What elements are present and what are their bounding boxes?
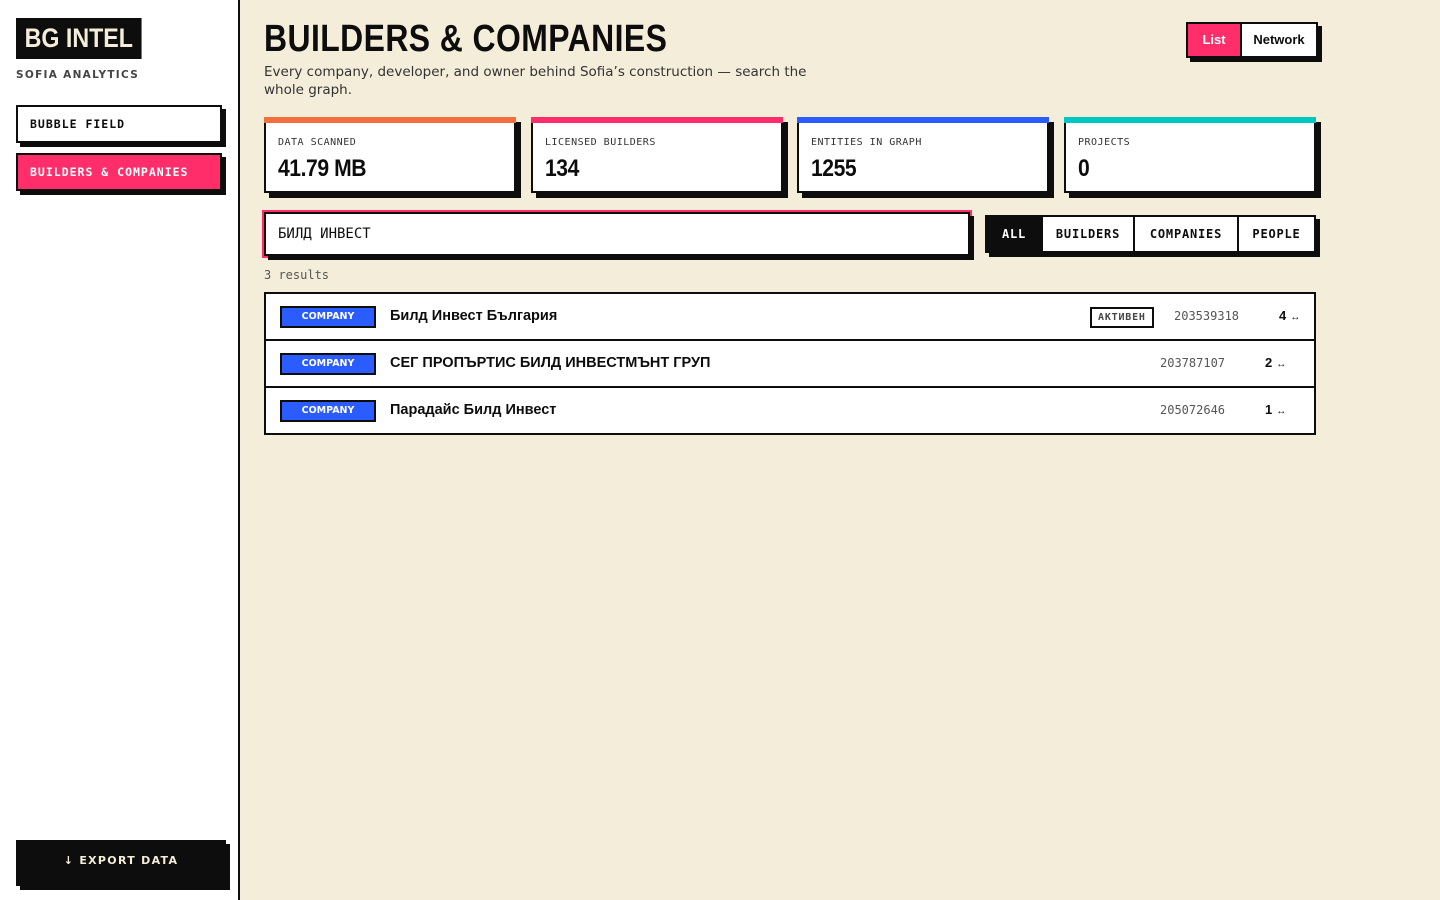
results-count: 3 results	[264, 268, 330, 282]
page-title: BUILDERS & COMPANIES	[264, 18, 668, 60]
filter-people[interactable]: PEOPLE	[1237, 217, 1314, 251]
filter-companies[interactable]: COMPANIES	[1133, 217, 1237, 251]
sidebar: BG INTEL SOFIA ANALYTICS BUBBLE FIELD BU…	[0, 0, 240, 900]
link-count-value: 1	[1265, 402, 1273, 417]
filter-all[interactable]: ALL	[987, 217, 1041, 251]
page-subtitle: Every company, developer, and owner behi…	[264, 64, 807, 98]
stat-value: 41.79 MB	[278, 155, 367, 182]
filter-group: ALL BUILDERS COMPANIES PEOPLE	[985, 215, 1316, 253]
entity-name[interactable]: Парадайс Билд Инвест	[390, 402, 556, 418]
filter-builders[interactable]: BUILDERS	[1041, 217, 1133, 251]
stat-accent-bar	[1064, 117, 1316, 123]
type-badge: COMPANY	[280, 353, 376, 375]
list-item[interactable]: COMPANY СЕГ ПРОПЪРТИС БИЛД ИНВЕСТМЪНТ ГР…	[266, 341, 1314, 388]
entity-eik: 203539318	[1174, 309, 1240, 323]
sidebar-item-builders-companies[interactable]: BUILDERS & COMPANIES	[16, 153, 222, 191]
entity-eik: 205072646	[1160, 403, 1226, 417]
list-item[interactable]: COMPANY Билд Инвест България АКТИВЕН 203…	[266, 294, 1314, 341]
type-badge: COMPANY	[280, 306, 376, 328]
entity-eik: 203787107	[1160, 356, 1226, 370]
stat-label: DATA SCANNED	[278, 137, 357, 148]
stat-value: 1255	[811, 155, 857, 182]
type-badge: COMPANY	[280, 400, 376, 422]
stat-card-data-scanned: DATA SCANNED 41.79 MB	[264, 117, 516, 193]
stat-accent-bar	[531, 117, 783, 123]
link-arrows-icon: ↔	[1290, 312, 1301, 323]
stat-card-entities-in-graph: ENTITIES IN GRAPH 1255	[797, 117, 1049, 193]
stat-accent-bar	[264, 117, 516, 123]
link-count-value: 2	[1265, 355, 1273, 370]
view-toggle: List Network	[1186, 22, 1318, 58]
link-count: 1 ↔	[1265, 402, 1286, 417]
link-arrows-icon: ↔	[1276, 406, 1287, 417]
sidebar-item-bubble-field[interactable]: BUBBLE FIELD	[16, 105, 222, 143]
stat-card-licensed-builders: LICENSED BUILDERS 134	[531, 117, 783, 193]
stat-label: PROJECTS	[1078, 137, 1131, 148]
search-input[interactable]	[264, 212, 970, 256]
results-list: COMPANY Билд Инвест България АКТИВЕН 203…	[264, 292, 1316, 435]
stat-label: LICENSED BUILDERS	[545, 137, 656, 148]
view-list-button[interactable]: List	[1188, 24, 1240, 56]
stat-label: ENTITIES IN GRAPH	[811, 137, 922, 148]
export-data-button[interactable]: ↓ EXPORT DATA	[16, 840, 226, 886]
stat-accent-bar	[797, 117, 1049, 123]
link-count: 4 ↔	[1279, 308, 1300, 323]
stat-value: 0	[1078, 155, 1090, 182]
view-network-button[interactable]: Network	[1240, 24, 1316, 56]
list-item[interactable]: COMPANY Парадайс Билд Инвест 205072646 1…	[266, 388, 1314, 433]
entity-name[interactable]: Билд Инвест България	[390, 308, 557, 324]
link-count: 2 ↔	[1265, 355, 1286, 370]
link-count-value: 4	[1279, 308, 1287, 323]
stat-value: 134	[545, 155, 579, 182]
link-arrows-icon: ↔	[1276, 359, 1287, 370]
status-badge: АКТИВЕН	[1090, 307, 1154, 328]
app-logo[interactable]: BG INTEL	[16, 18, 142, 59]
stat-card-projects: PROJECTS 0	[1064, 117, 1316, 193]
entity-name[interactable]: СЕГ ПРОПЪРТИС БИЛД ИНВЕСТМЪНТ ГРУП	[390, 355, 710, 371]
app-subtitle: SOFIA ANALYTICS	[16, 69, 140, 81]
